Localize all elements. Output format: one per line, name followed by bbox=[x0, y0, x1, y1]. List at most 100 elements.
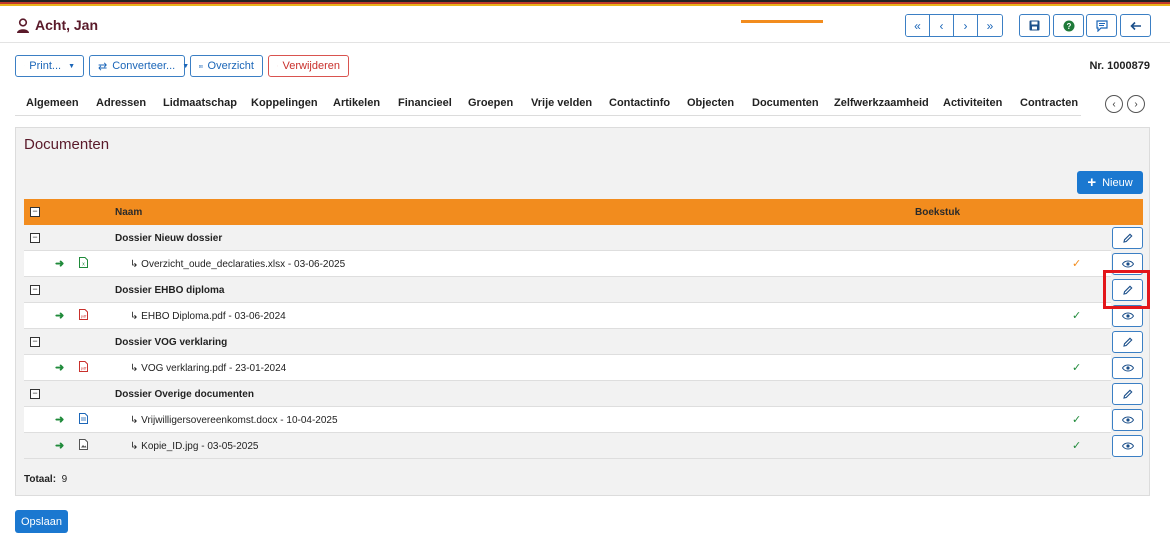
converteer-label: Converteer... bbox=[112, 60, 176, 72]
group-name: Dossier Overige documenten bbox=[115, 389, 254, 400]
check-icon: ✓ bbox=[1072, 414, 1082, 426]
edit-button[interactable] bbox=[1112, 227, 1143, 249]
column-boekstuk: Boekstuk bbox=[915, 207, 961, 218]
tab-bar: Algemeen Adressen Lidmaatschap Koppeling… bbox=[15, 93, 1081, 116]
tab-algemeen[interactable]: Algemeen bbox=[26, 97, 79, 109]
collapse-group-icon[interactable]: − bbox=[30, 389, 40, 399]
prev-icon[interactable]: ‹ bbox=[930, 15, 954, 36]
first-page-icon[interactable]: « bbox=[906, 15, 930, 36]
file-name[interactable]: ↳ Overzicht_oude_declaraties.xlsx - 03-0… bbox=[130, 259, 345, 270]
edit-button[interactable] bbox=[1112, 331, 1143, 353]
file-name[interactable]: ↳ Kopie_ID.jpg - 03-05-2025 bbox=[130, 441, 258, 452]
arrow-right-icon[interactable]: ➜ bbox=[55, 309, 64, 322]
overzicht-label: Overzicht bbox=[207, 60, 254, 72]
list-icon bbox=[199, 64, 203, 68]
message-icon-button[interactable] bbox=[1086, 14, 1117, 37]
table-row: ➜ x ↳ Overzicht_oude_declaraties.xlsx - … bbox=[24, 251, 1111, 277]
svg-text:pdf: pdf bbox=[81, 366, 87, 371]
table-row: ➜ ↳ Vrijwilligersovereenkomst.docx - 10-… bbox=[24, 407, 1111, 433]
verwijderen-label: Verwijderen bbox=[282, 60, 340, 72]
table-row: − Dossier VOG verklaring bbox=[24, 329, 1111, 355]
file-name[interactable]: ↳ EHBO Diploma.pdf - 03-06-2024 bbox=[130, 311, 286, 322]
save-icon-button[interactable] bbox=[1019, 14, 1050, 37]
tab-adressen[interactable]: Adressen bbox=[96, 97, 146, 109]
arrow-right-icon[interactable]: ➜ bbox=[55, 413, 64, 426]
check-icon: ✓ bbox=[1072, 362, 1082, 374]
svg-text:pdf: pdf bbox=[81, 314, 87, 319]
tabs-scroll-right-icon[interactable]: › bbox=[1127, 95, 1145, 113]
table-row: ➜ ↳ Kopie_ID.jpg - 03-05-2025 ✓ bbox=[24, 433, 1111, 459]
arrow-right-icon[interactable]: ➜ bbox=[55, 361, 64, 374]
back-icon-button[interactable] bbox=[1120, 14, 1151, 37]
overzicht-button[interactable]: Overzicht bbox=[190, 55, 263, 77]
file-name[interactable]: ↳ VOG verklaring.pdf - 23-01-2024 bbox=[130, 363, 286, 374]
tab-groepen[interactable]: Groepen bbox=[468, 97, 513, 109]
verwijderen-button[interactable]: Verwijderen bbox=[268, 55, 349, 77]
next-icon[interactable]: › bbox=[954, 15, 978, 36]
eye-icon bbox=[1121, 260, 1134, 268]
tabs-scroll-left-icon[interactable]: ‹ bbox=[1105, 95, 1123, 113]
opslaan-button[interactable]: Opslaan bbox=[15, 510, 68, 533]
pdf-file-icon: pdf bbox=[79, 361, 88, 372]
tab-contracten[interactable]: Contracten bbox=[1020, 97, 1078, 109]
tab-zelfwerkzaamheid[interactable]: Zelfwerkzaamheid bbox=[834, 97, 929, 109]
group-name: Dossier EHBO diploma bbox=[115, 285, 225, 296]
highlight-box bbox=[1103, 270, 1150, 309]
table-row: − Dossier Overige documenten bbox=[24, 381, 1111, 407]
collapse-group-icon[interactable]: − bbox=[30, 285, 40, 295]
tab-vrije-velden[interactable]: Vrije velden bbox=[531, 97, 592, 109]
check-icon: ✓ bbox=[1072, 440, 1082, 452]
plus-icon: + bbox=[1087, 174, 1097, 191]
view-button[interactable] bbox=[1112, 435, 1143, 457]
tab-activiteiten[interactable]: Activiteiten bbox=[943, 97, 1002, 109]
tab-objecten[interactable]: Objecten bbox=[687, 97, 734, 109]
tab-documenten[interactable]: Documenten bbox=[752, 97, 819, 109]
chevron-down-icon: ▼ bbox=[182, 62, 190, 70]
chevron-down-icon: ▼ bbox=[68, 62, 75, 70]
svg-text:?: ? bbox=[1066, 22, 1071, 31]
table-row: ➜ pdf ↳ EHBO Diploma.pdf - 03-06-2024 ✓ bbox=[24, 303, 1111, 329]
arrow-right-icon[interactable]: ➜ bbox=[55, 439, 64, 452]
back-icon bbox=[1129, 21, 1141, 30]
table-row: ➜ pdf ↳ VOG verklaring.pdf - 23-01-2024 … bbox=[24, 355, 1111, 381]
tab-financieel[interactable]: Financieel bbox=[398, 97, 452, 109]
last-page-icon[interactable]: » bbox=[978, 15, 1002, 36]
record-header: Acht, Jan « ‹ › » ? bbox=[0, 6, 1170, 43]
collapse-group-icon[interactable]: − bbox=[30, 233, 40, 243]
group-name: Dossier Nieuw dossier bbox=[115, 233, 223, 244]
tab-koppelingen[interactable]: Koppelingen bbox=[251, 97, 318, 109]
view-button[interactable] bbox=[1112, 409, 1143, 431]
help-icon-button[interactable]: ? bbox=[1053, 14, 1084, 37]
arrow-right-icon[interactable]: ➜ bbox=[55, 257, 64, 270]
pencil-icon bbox=[1122, 337, 1132, 347]
record-number: Nr. 1000879 bbox=[1089, 60, 1150, 72]
converteer-button[interactable]: ⇄ Converteer... ▼ bbox=[89, 55, 189, 77]
message-icon bbox=[1095, 19, 1108, 32]
trash-icon bbox=[277, 65, 278, 67]
check-icon: ✓ bbox=[1072, 258, 1082, 270]
edit-button[interactable] bbox=[1112, 383, 1143, 405]
collapse-group-icon[interactable]: − bbox=[30, 337, 40, 347]
page-title: Acht, Jan bbox=[35, 17, 99, 33]
new-document-button[interactable]: + Nieuw bbox=[1077, 171, 1143, 194]
save-icon bbox=[1029, 20, 1040, 31]
table-row: − Dossier Nieuw dossier bbox=[24, 225, 1111, 251]
table-header: − Naam Boekstuk bbox=[24, 199, 1143, 225]
print-button[interactable]: Print... ▼ bbox=[15, 55, 84, 77]
excel-file-icon: x bbox=[79, 257, 88, 268]
active-tab-indicator bbox=[741, 20, 823, 23]
documents-panel: Documenten + Nieuw − Naam Boekstuk − Dos… bbox=[15, 127, 1150, 496]
tab-artikelen[interactable]: Artikelen bbox=[333, 97, 380, 109]
collapse-all-icon[interactable]: − bbox=[30, 207, 40, 217]
pdf-file-icon: pdf bbox=[79, 309, 88, 320]
panel-title: Documenten bbox=[24, 136, 110, 153]
record-navigation: « ‹ › » bbox=[905, 14, 1003, 37]
new-button-label: Nieuw bbox=[1102, 176, 1133, 189]
tab-lidmaatschap[interactable]: Lidmaatschap bbox=[163, 97, 237, 109]
view-button[interactable] bbox=[1112, 357, 1143, 379]
help-icon: ? bbox=[1063, 20, 1074, 31]
file-name[interactable]: ↳ Vrijwilligersovereenkomst.docx - 10-04… bbox=[130, 415, 338, 426]
total-count: Totaal: 9 bbox=[24, 474, 68, 485]
tab-contactinfo[interactable]: Contactinfo bbox=[609, 97, 670, 109]
eye-icon bbox=[1121, 364, 1134, 372]
